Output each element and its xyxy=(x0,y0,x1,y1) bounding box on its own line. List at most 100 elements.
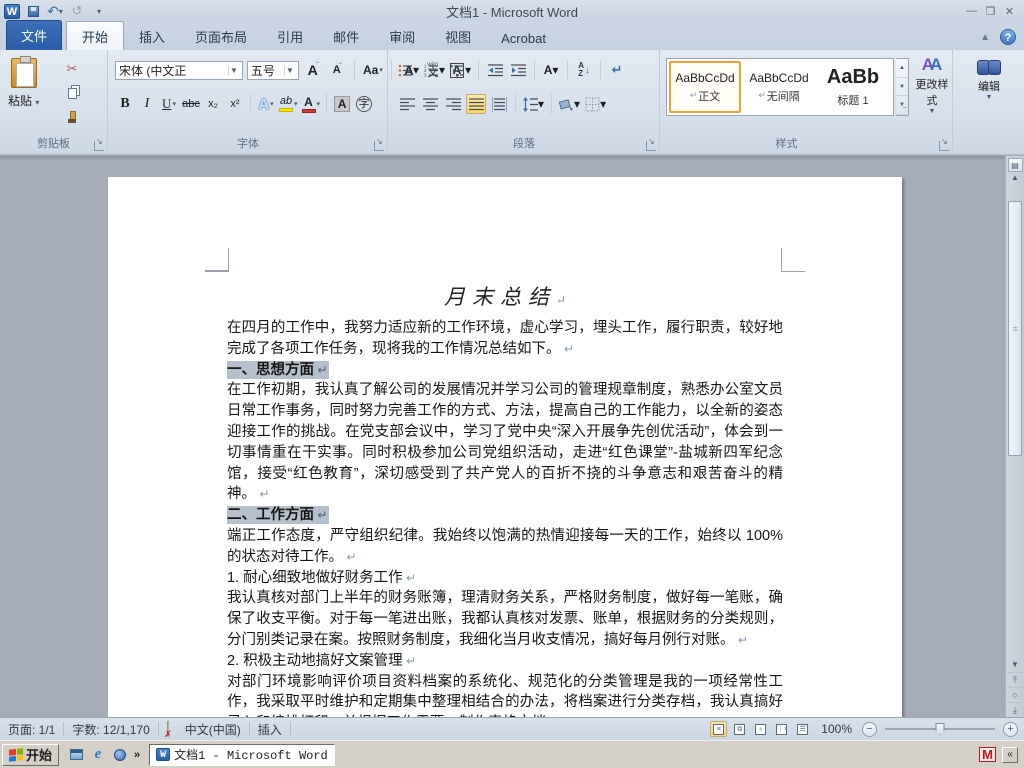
tab-view[interactable]: 视图 xyxy=(430,22,486,50)
copy-button[interactable] xyxy=(62,84,82,102)
style-card-no-spacing[interactable]: AaBbCcDd ↵ 无间隔 xyxy=(743,61,815,113)
format-painter-button[interactable] xyxy=(62,108,82,126)
messenger-icon[interactable] xyxy=(112,747,128,763)
multilevel-list-button[interactable]: ▾ xyxy=(449,60,472,80)
page-indicator[interactable]: 页面: 1/1 xyxy=(0,721,63,738)
language-indicator[interactable]: 中文(中国) xyxy=(177,721,249,738)
insert-mode-indicator[interactable]: 插入 xyxy=(250,721,290,738)
zoom-slider-thumb[interactable] xyxy=(935,723,945,735)
bullets-button[interactable]: ▾ xyxy=(397,60,420,80)
bold-button[interactable]: B xyxy=(115,94,135,114)
tab-page-layout[interactable]: 页面布局 xyxy=(180,22,262,50)
outline-view-button[interactable]: ⋮≡ xyxy=(773,721,790,737)
borders-button[interactable]: ▾ xyxy=(584,94,607,114)
styles-dialog-launcher-icon[interactable] xyxy=(939,137,949,151)
document-text[interactable]: 月末总结↵ 在四月的工作中，我努力适应新的工作环境，虚心学习，埋头工作，履行职责… xyxy=(227,281,783,717)
customize-qat-button[interactable]: ▾ xyxy=(90,3,108,20)
gallery-scroll-up-icon[interactable]: ▲ xyxy=(896,59,908,78)
underline-button[interactable]: U ▾ xyxy=(159,94,179,114)
zoom-slider[interactable] xyxy=(885,723,995,735)
collapse-ribbon-icon[interactable]: ▲ xyxy=(980,32,990,43)
tab-review[interactable]: 审阅 xyxy=(374,22,430,50)
minimize-button[interactable]: — xyxy=(963,4,980,19)
tab-mailings[interactable]: 邮件 xyxy=(318,22,374,50)
word-count[interactable]: 字数: 12/1,170 xyxy=(64,721,157,738)
paste-button[interactable]: 粘贴 ▾ xyxy=(8,50,39,109)
web-layout-button[interactable]: ♁ xyxy=(752,721,769,737)
next-page-icon[interactable]: ⤓ xyxy=(1006,702,1024,717)
ruler-toggle-icon[interactable]: ▤ xyxy=(1007,158,1023,172)
change-styles-button[interactable]: AA 更改样式 ▼ xyxy=(913,56,951,116)
full-screen-reading-button[interactable]: ⧉ xyxy=(731,721,748,737)
tab-references[interactable]: 引用 xyxy=(262,22,318,50)
grow-font-button[interactable]: Aˆ xyxy=(303,60,323,80)
shading-button[interactable]: ▾ xyxy=(558,94,581,114)
print-layout-view-button[interactable]: ≡ xyxy=(710,721,728,737)
style-card-normal[interactable]: AaBbCcDd ↵ 正文 xyxy=(669,61,741,113)
character-shading-button[interactable]: A xyxy=(332,94,352,114)
start-button[interactable]: 开始 xyxy=(2,743,60,766)
undo-button[interactable]: ↶ ▾ xyxy=(46,3,64,20)
tray-m-icon[interactable]: M xyxy=(979,747,996,762)
vertical-scrollbar[interactable]: ▤ ▲ ▼ ⤒ ○ ⤓ xyxy=(1005,156,1024,717)
change-case-button[interactable]: Aa ▾ xyxy=(362,60,384,80)
show-hide-marks-button[interactable]: ↵ xyxy=(607,60,627,80)
tab-insert[interactable]: 插入 xyxy=(124,22,180,50)
save-button[interactable] xyxy=(24,3,42,20)
proofing-status[interactable] xyxy=(159,721,177,737)
taskbar-item-word[interactable]: W 文档1 - Microsoft Word xyxy=(149,743,335,766)
align-left-button[interactable] xyxy=(397,94,417,114)
align-center-button[interactable] xyxy=(420,94,440,114)
tray-collapse-icon[interactable]: « xyxy=(1002,746,1018,763)
gallery-scroll-down-icon[interactable]: ▼ xyxy=(896,78,908,97)
scroll-down-icon[interactable]: ▼ xyxy=(1007,657,1024,672)
draft-view-button[interactable]: ☰ xyxy=(794,721,811,737)
gallery-more-icon[interactable]: ▼̲ xyxy=(896,96,908,116)
tab-acrobat[interactable]: Acrobat xyxy=(486,26,561,50)
italic-button[interactable]: I xyxy=(137,94,157,114)
restore-button[interactable]: ❐ xyxy=(982,4,999,19)
justify-button[interactable] xyxy=(466,94,486,114)
select-browse-object-icon[interactable]: ○ xyxy=(1006,687,1024,702)
asian-layout-button[interactable]: A ▾ xyxy=(541,60,561,80)
subscript-button[interactable]: x₂ xyxy=(203,94,223,114)
enclose-characters-button[interactable]: 字 xyxy=(354,94,374,114)
zoom-out-icon[interactable]: − xyxy=(862,721,877,737)
internet-explorer-icon[interactable]: e xyxy=(90,746,106,763)
document-canvas[interactable]: 月末总结↵ 在四月的工作中，我努力适应新的工作环境，虚心学习，埋头工作，履行职责… xyxy=(0,156,1005,717)
align-right-button[interactable] xyxy=(443,94,463,114)
font-name-combo[interactable]: 宋体 (中文正 ▼ xyxy=(115,60,243,80)
style-card-heading1[interactable]: AaBb 标题 1 xyxy=(817,61,889,113)
increase-indent-button[interactable] xyxy=(508,60,528,80)
superscript-button[interactable]: x² xyxy=(225,94,245,114)
tab-file[interactable]: 文件 xyxy=(6,20,63,50)
word-logo-icon[interactable]: W xyxy=(4,3,20,19)
zoom-level[interactable]: 100% xyxy=(815,722,858,736)
quick-launch-overflow-icon[interactable]: » xyxy=(134,749,140,761)
scrollbar-thumb[interactable] xyxy=(1008,201,1022,456)
help-icon[interactable]: ? xyxy=(1000,29,1016,45)
text-effects-button[interactable]: A ▾ xyxy=(256,94,276,114)
strikethrough-button[interactable]: abc xyxy=(181,94,201,114)
document-page[interactable]: 月末总结↵ 在四月的工作中，我努力适应新的工作环境，虚心学习，埋头工作，履行职责… xyxy=(108,177,902,717)
previous-page-icon[interactable]: ⤒ xyxy=(1006,672,1024,687)
font-dialog-launcher-icon[interactable] xyxy=(374,137,384,151)
font-size-combo[interactable]: 五号 ▼ xyxy=(247,60,299,80)
tab-home[interactable]: 开始 xyxy=(66,21,125,50)
clipboard-dialog-launcher-icon[interactable] xyxy=(94,137,104,151)
editing-button[interactable]: 编辑 ▼ xyxy=(954,60,1024,101)
line-spacing-button[interactable]: ▾ xyxy=(522,94,545,114)
font-color-button[interactable]: A ▾ xyxy=(301,94,322,114)
cut-button[interactable]: ✂ xyxy=(62,60,82,78)
distribute-button[interactable] xyxy=(489,94,509,114)
close-button[interactable]: ✕ xyxy=(1001,4,1018,19)
sort-button[interactable]: AZ ↓ xyxy=(574,60,594,80)
text-highlight-button[interactable]: ab ▾ xyxy=(278,94,299,114)
redo-button[interactable]: ↺ xyxy=(68,3,86,20)
show-desktop-icon[interactable] xyxy=(68,747,84,763)
scroll-up-icon[interactable]: ▲ xyxy=(1007,173,1024,182)
numbering-button[interactable]: 123 ▾ xyxy=(423,60,446,80)
decrease-indent-button[interactable] xyxy=(485,60,505,80)
zoom-in-icon[interactable]: + xyxy=(1003,721,1018,737)
shrink-font-button[interactable]: Aˇ xyxy=(327,60,347,80)
